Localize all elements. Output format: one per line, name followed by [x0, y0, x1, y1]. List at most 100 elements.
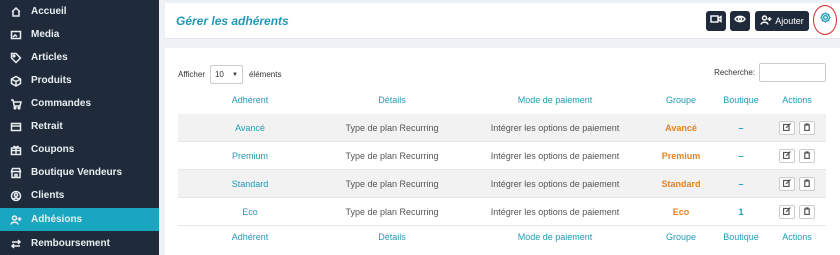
- sidebar-item-retrait[interactable]: Retrait: [0, 115, 159, 138]
- search-label: Recherche:: [714, 68, 755, 77]
- gear-icon: [819, 11, 832, 29]
- edit-button[interactable]: [779, 121, 795, 135]
- edit-button[interactable]: [779, 177, 795, 191]
- trash-icon: [803, 179, 811, 189]
- column-header-payment[interactable]: Mode de paiement: [462, 86, 648, 114]
- sidebar-item-coupons[interactable]: Coupons: [0, 138, 159, 161]
- sidebar-item-label: Boutique Vendeurs: [31, 167, 123, 178]
- member-name[interactable]: Eco: [178, 198, 322, 226]
- column-header-group[interactable]: Groupe: [648, 86, 714, 114]
- sidebar-item-media[interactable]: Media: [0, 23, 159, 46]
- column-footer-adherent: Adhérent: [231, 232, 269, 242]
- sidebar-item-label: Clients: [31, 190, 65, 201]
- page-size-select[interactable]: 10 ▼: [209, 65, 243, 84]
- member-details: Type de plan Recurring: [345, 207, 439, 217]
- eye-icon: [734, 12, 746, 30]
- member-name[interactable]: Standard: [178, 170, 322, 198]
- delete-button[interactable]: [799, 149, 815, 163]
- table-row: Eco Type de plan Recurring Intégrer les …: [178, 198, 826, 226]
- trash-icon: [803, 207, 811, 217]
- column-footer-details: Détails: [378, 232, 406, 242]
- table-row: Avancé Type de plan Recurring Intégrer l…: [178, 114, 826, 142]
- column-header-details[interactable]: Détails: [322, 86, 462, 114]
- column-footer-actions: Actions: [782, 232, 812, 242]
- delete-button[interactable]: [799, 121, 815, 135]
- member-group: Avancé: [665, 123, 697, 133]
- member-shop: –: [738, 151, 744, 161]
- sidebar-item-remboursement[interactable]: Remboursement: [0, 232, 159, 255]
- delete-button[interactable]: [799, 205, 815, 219]
- member-payment: Intégrer les options de paiement: [490, 151, 620, 161]
- show-prefix: Afficher: [178, 70, 205, 79]
- media-icon: [9, 28, 23, 42]
- user-add-icon: [760, 14, 775, 28]
- video-icon: [710, 12, 722, 30]
- column-header-shop[interactable]: Boutique: [714, 86, 768, 114]
- settings-button[interactable]: [813, 5, 837, 35]
- edit-button[interactable]: [779, 149, 795, 163]
- trash-icon: [803, 151, 811, 161]
- member-details: Type de plan Recurring: [345, 179, 439, 189]
- edit-icon: [782, 179, 791, 189]
- sidebar-item-adhesions[interactable]: Adhésions: [0, 208, 159, 231]
- search-input[interactable]: [759, 63, 826, 82]
- edit-icon: [782, 123, 791, 133]
- row-actions: [768, 198, 826, 226]
- row-actions: [768, 114, 826, 142]
- member-payment: Intégrer les options de paiement: [490, 179, 620, 189]
- member-shop: –: [738, 179, 744, 189]
- home-icon: [9, 5, 23, 19]
- search-control: Recherche:: [714, 63, 826, 82]
- sidebar-item-boutique-vendeurs[interactable]: Boutique Vendeurs: [0, 161, 159, 184]
- sidebar-item-label: Produits: [31, 75, 72, 86]
- card-icon: [9, 120, 23, 134]
- member-group: Premium: [661, 151, 701, 161]
- member-group: Eco: [672, 207, 690, 217]
- table-row: Premium Type de plan Recurring Intégrer …: [178, 142, 826, 170]
- sidebar-item-clients[interactable]: Clients: [0, 184, 159, 207]
- sidebar-item-commandes[interactable]: Commandes: [0, 92, 159, 115]
- sidebar-item-produits[interactable]: Produits: [0, 69, 159, 92]
- table-row: Standard Type de plan Recurring Intégrer…: [178, 170, 826, 198]
- refund-icon: [9, 237, 23, 251]
- sidebar-item-label: Coupons: [31, 144, 75, 155]
- member-name[interactable]: Premium: [178, 142, 322, 170]
- row-actions: [768, 142, 826, 170]
- sidebar-item-articles[interactable]: Articles: [0, 46, 159, 69]
- add-button[interactable]: Ajouter: [755, 11, 809, 31]
- member-name[interactable]: Avancé: [178, 114, 322, 142]
- add-button-label: Ajouter: [775, 16, 804, 26]
- trash-icon: [803, 123, 811, 133]
- column-footer-shop: Boutique: [723, 232, 759, 242]
- page-header: Gérer les adhérents Ajouter: [165, 3, 840, 39]
- member-payment: Intégrer les options de paiement: [490, 123, 620, 133]
- preview-button[interactable]: [730, 11, 750, 31]
- members-card: Afficher 10 ▼ éléments Recherche: Adhére…: [165, 48, 840, 255]
- sidebar-item-label: Remboursement: [31, 238, 110, 249]
- member-shop: –: [738, 123, 744, 133]
- sidebar-item-label: Accueil: [31, 6, 67, 17]
- store-icon: [9, 166, 23, 180]
- video-button[interactable]: [706, 11, 726, 31]
- caret-down-icon: ▼: [232, 71, 238, 78]
- box-icon: [9, 74, 23, 88]
- sidebar-item-accueil[interactable]: Accueil: [0, 0, 159, 23]
- member-payment: Intégrer les options de paiement: [490, 207, 620, 217]
- edit-button[interactable]: [779, 205, 795, 219]
- sidebar-item-label: Commandes: [31, 98, 92, 109]
- tag-icon: [9, 51, 23, 65]
- gift-icon: [9, 143, 23, 157]
- page-title: Gérer les adhérents: [176, 14, 289, 28]
- sidebar-item-label: Articles: [31, 52, 68, 63]
- column-header-adherent[interactable]: Adhérent: [178, 86, 322, 114]
- cart-icon: [9, 97, 23, 111]
- sidebar-item-label: Retrait: [31, 121, 63, 132]
- delete-button[interactable]: [799, 177, 815, 191]
- edit-icon: [782, 207, 791, 217]
- column-footer-group: Groupe: [665, 232, 697, 242]
- sidebar: Accueil Media Articles Produits Commande…: [0, 0, 159, 255]
- edit-icon: [782, 151, 791, 161]
- column-header-actions: Actions: [782, 95, 812, 105]
- table-footer: Adhérent Détails Mode de paiement Groupe…: [178, 223, 826, 251]
- member-shop[interactable]: 1: [714, 198, 768, 226]
